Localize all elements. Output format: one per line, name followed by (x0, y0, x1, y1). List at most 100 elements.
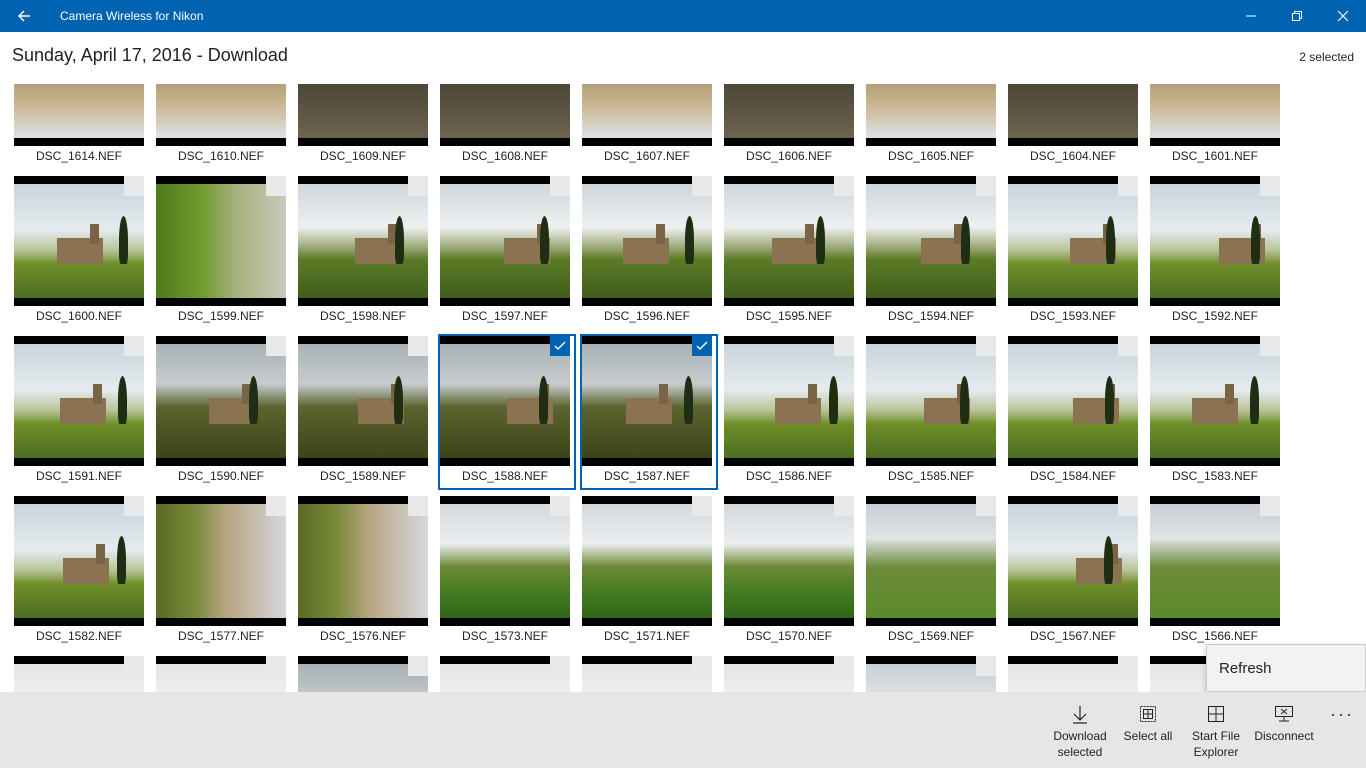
photo-thumbnail[interactable] (298, 656, 428, 692)
photo-thumbnail[interactable] (582, 176, 712, 306)
photo-image (866, 344, 996, 458)
photo-thumbnail[interactable] (156, 84, 286, 146)
download-selected-button[interactable]: Download selected (1050, 692, 1110, 768)
photo-checkbox[interactable] (692, 496, 712, 516)
disconnect-button[interactable]: Disconnect (1252, 692, 1316, 768)
photo-checkbox[interactable] (266, 336, 286, 356)
photo-thumbnail[interactable] (156, 496, 286, 626)
photo-checkbox[interactable] (550, 656, 570, 676)
start-file-explorer-button[interactable]: Start File Explorer (1186, 692, 1246, 768)
photo-thumbnail[interactable] (724, 656, 854, 692)
photo-thumbnail[interactable] (298, 84, 428, 146)
photo-checkbox[interactable] (692, 176, 712, 196)
photo-thumbnail[interactable] (866, 336, 996, 466)
photo-thumbnail[interactable] (724, 496, 854, 626)
photo-thumbnail[interactable] (156, 336, 286, 466)
photo-checkbox[interactable] (834, 656, 854, 676)
photo-thumbnail[interactable] (724, 336, 854, 466)
cypress-shape (961, 216, 970, 264)
photo-thumbnail[interactable] (582, 336, 712, 466)
photo-checkbox[interactable] (408, 496, 428, 516)
photo-filename: DSC_1589.NEF (319, 469, 407, 483)
photo-filename: DSC_1566.NEF (1171, 629, 1259, 643)
photo-thumbnail[interactable] (724, 176, 854, 306)
photo-grid[interactable]: DSC_1614.NEF DSC_1610.NEF DSC_1609.NEF DSC_… (0, 84, 1366, 692)
photo-thumbnail[interactable] (1008, 336, 1138, 466)
photo-filename: DSC_1606.NEF (745, 149, 833, 163)
photo-checkbox[interactable] (266, 496, 286, 516)
photo-thumbnail[interactable] (156, 656, 286, 692)
photo-thumbnail[interactable] (1008, 176, 1138, 306)
photo-thumbnail[interactable] (866, 656, 996, 692)
photo-thumbnail[interactable] (1008, 84, 1138, 146)
select-all-button[interactable]: Select all (1120, 692, 1176, 768)
photo-thumbnail[interactable] (1150, 176, 1280, 306)
photo-thumbnail[interactable] (1150, 336, 1280, 466)
photo-thumbnail[interactable] (582, 656, 712, 692)
photo-thumbnail[interactable] (14, 656, 144, 692)
photo-thumbnail[interactable] (440, 84, 570, 146)
photo-thumbnail[interactable] (582, 496, 712, 626)
photo-thumbnail[interactable] (1008, 496, 1138, 626)
photo-filename: DSC_1570.NEF (745, 629, 833, 643)
photo-thumbnail[interactable] (156, 176, 286, 306)
photo-checkbox[interactable] (124, 336, 144, 356)
photo-thumbnail[interactable] (14, 84, 144, 146)
photo-thumbnail[interactable] (298, 336, 428, 466)
photo-checkbox[interactable] (1260, 336, 1280, 356)
photo-checkbox[interactable] (1118, 496, 1138, 516)
photo-checkbox[interactable] (266, 656, 286, 676)
photo-thumbnail[interactable] (866, 496, 996, 626)
photo-checkbox[interactable] (124, 656, 144, 676)
photo-checkbox[interactable] (692, 656, 712, 676)
photo-thumbnail[interactable] (440, 176, 570, 306)
photo-thumbnail[interactable] (14, 496, 144, 626)
photo-thumbnail[interactable] (440, 336, 570, 466)
church-shape (772, 224, 818, 264)
photo-thumbnail[interactable] (1150, 84, 1280, 146)
photo-checkbox[interactable] (550, 496, 570, 516)
photo-checkbox[interactable] (1260, 176, 1280, 196)
photo-thumbnail[interactable] (298, 496, 428, 626)
photo-checkbox[interactable] (124, 496, 144, 516)
photo-checkbox[interactable] (266, 176, 286, 196)
disconnect-icon (1275, 706, 1293, 722)
back-button[interactable] (0, 0, 48, 32)
photo-checkbox[interactable] (1118, 176, 1138, 196)
photo-checkbox[interactable] (834, 336, 854, 356)
photo-image (14, 184, 144, 298)
photo-checkbox[interactable] (550, 176, 570, 196)
photo-checkbox[interactable] (976, 176, 996, 196)
photo-checkbox[interactable] (408, 656, 428, 676)
photo-checkbox[interactable] (834, 496, 854, 516)
photo-thumbnail[interactable] (14, 176, 144, 306)
photo-thumbnail[interactable] (582, 84, 712, 146)
restore-button[interactable] (1274, 0, 1320, 32)
photo-checkbox[interactable] (976, 496, 996, 516)
photo-thumbnail[interactable] (440, 656, 570, 692)
photo-thumbnail[interactable] (866, 176, 996, 306)
photo-checkbox[interactable] (976, 336, 996, 356)
photo-thumbnail[interactable] (1150, 496, 1280, 626)
photo-thumbnail[interactable] (14, 336, 144, 466)
refresh-menu-item[interactable]: Refresh (1219, 660, 1272, 677)
photo-checkbox[interactable] (692, 336, 712, 356)
photo-thumbnail[interactable] (724, 84, 854, 146)
photo-checkbox[interactable] (124, 176, 144, 196)
photo-checkbox[interactable] (1118, 336, 1138, 356)
photo-checkbox[interactable] (976, 656, 996, 676)
minimize-button[interactable] (1228, 0, 1274, 32)
photo-filename: DSC_1591.NEF (35, 469, 123, 483)
photo-thumbnail[interactable] (440, 496, 570, 626)
photo-checkbox[interactable] (1118, 656, 1138, 676)
photo-thumbnail[interactable] (866, 84, 996, 146)
photo-checkbox[interactable] (408, 176, 428, 196)
photo-checkbox[interactable] (1260, 496, 1280, 516)
photo-checkbox[interactable] (408, 336, 428, 356)
more-options-button[interactable]: ··· (1330, 704, 1354, 725)
photo-thumbnail[interactable] (298, 176, 428, 306)
photo-checkbox[interactable] (834, 176, 854, 196)
close-button[interactable] (1320, 0, 1366, 32)
photo-thumbnail[interactable] (1008, 656, 1138, 692)
photo-checkbox[interactable] (550, 336, 570, 356)
